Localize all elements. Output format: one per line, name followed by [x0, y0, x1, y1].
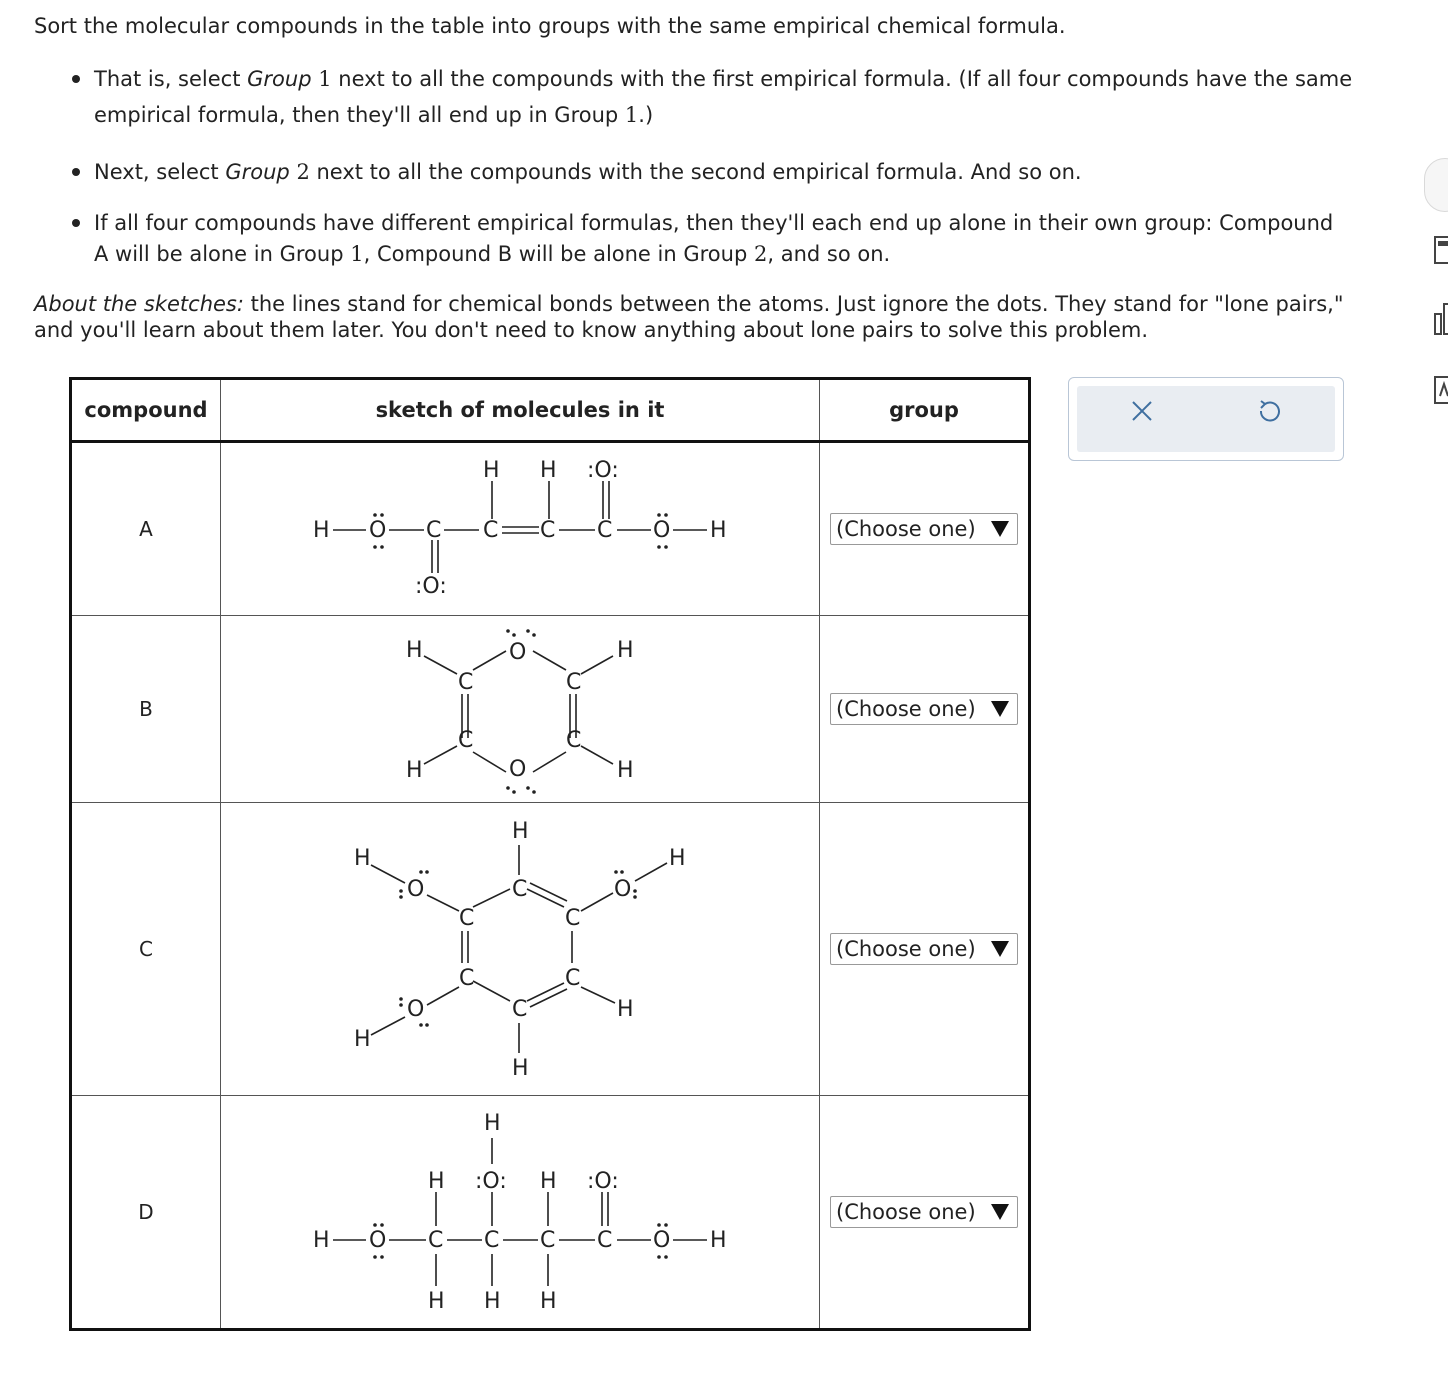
svg-text:C: C — [512, 877, 527, 902]
svg-text:C: C — [540, 518, 555, 543]
svg-text:O: O — [369, 1228, 386, 1253]
svg-text:C: C — [484, 1228, 499, 1253]
compound-label: D — [70, 1095, 221, 1330]
molecule-sketch-a: H O C :O: C H C H C :O: O H — [220, 441, 820, 616]
molecule-a-svg: H O C :O: C H C H C :O: O H — [313, 458, 727, 599]
header-sketch: sketch of molecules in it — [220, 378, 820, 443]
compound-table: compound sketch of molecules in it group… — [69, 377, 1031, 1331]
svg-text:H: H — [710, 1228, 727, 1253]
svg-text:H: H — [484, 1289, 501, 1314]
svg-text:H: H — [428, 1289, 445, 1314]
answer-toolbar — [1068, 377, 1344, 461]
instructions-intro: Sort the molecular compounds in the tabl… — [34, 14, 1066, 38]
svg-text:C: C — [428, 1228, 443, 1253]
group-select-a[interactable]: (Choose one) — [830, 513, 1018, 545]
svg-text:O: O — [653, 518, 670, 543]
svg-text:O: O — [614, 877, 631, 902]
molecule-sketch-b: O C C C C O H H H H — [220, 615, 820, 803]
svg-text:C: C — [597, 518, 612, 543]
svg-text::O:: :O: — [475, 1169, 507, 1194]
svg-text:C: C — [483, 518, 498, 543]
instruction-bullet-3: If all four compounds have different emp… — [94, 211, 1334, 266]
svg-text::O:: :O: — [587, 1169, 619, 1194]
bullet-dot — [72, 75, 80, 83]
svg-text:H: H — [540, 1169, 557, 1194]
header-compound: compound — [70, 378, 221, 443]
svg-text:H: H — [484, 1111, 501, 1136]
molecule-sketch-d: H :O: H H :O: H O C C C C O H H H H — [220, 1095, 820, 1330]
svg-text:H: H — [354, 1027, 371, 1052]
compound-label: C — [70, 802, 221, 1096]
svg-text:O: O — [509, 757, 526, 782]
svg-text:H: H — [406, 758, 423, 783]
svg-text:C: C — [566, 670, 581, 695]
svg-text:H: H — [483, 458, 500, 483]
instruction-bullet-1: That is, select Group 1 next to all the … — [94, 67, 1353, 127]
svg-text:O: O — [407, 877, 424, 902]
svg-text:H: H — [406, 638, 423, 663]
svg-text:C: C — [458, 670, 473, 695]
svg-text:C: C — [597, 1228, 612, 1253]
svg-text:H: H — [428, 1169, 445, 1194]
svg-text::O:: :O: — [415, 574, 447, 599]
group-select-c[interactable]: (Choose one) — [830, 933, 1018, 965]
svg-text:C: C — [565, 906, 580, 931]
table-row: A H O C :O: C H C H C:O: O H (Choose on… — [70, 441, 1030, 616]
molecule-d-svg: H :O: H H :O: H O C C C C O H H H H — [313, 1111, 727, 1314]
table-row: D H :O: H H :O: H O C C C C O H H H H (C… — [70, 1095, 1030, 1330]
side-tool-button[interactable] — [1424, 158, 1448, 212]
compound-label: A — [70, 441, 221, 616]
svg-text:H: H — [512, 819, 529, 844]
svg-text:H: H — [313, 518, 330, 543]
svg-text:O: O — [407, 997, 424, 1022]
group-select-d[interactable]: (Choose one) — [830, 1196, 1018, 1228]
svg-text:O: O — [509, 640, 526, 665]
svg-text:H: H — [512, 1056, 529, 1081]
svg-text:O: O — [369, 518, 386, 543]
svg-text:H: H — [669, 846, 686, 871]
svg-text:H: H — [617, 758, 634, 783]
group-select-b[interactable]: (Choose one) — [830, 693, 1018, 725]
chevron-down-icon — [991, 1204, 1009, 1220]
svg-text:C: C — [540, 1228, 555, 1253]
close-icon — [1132, 401, 1152, 421]
chart-icon[interactable] — [1432, 300, 1448, 335]
svg-text:C: C — [566, 728, 581, 753]
table-row: B O C C C C O H H H H (Choose one) — [70, 615, 1030, 803]
svg-text:H: H — [710, 518, 727, 543]
table-row: C H C C C C C C H O H O H O H H (Choose … — [70, 802, 1030, 1096]
undo-icon — [1259, 400, 1280, 422]
compound-label: B — [70, 615, 221, 803]
svg-text:H: H — [540, 1289, 557, 1314]
molecule-c-svg: H C C C C C C H O H O H O H H — [354, 819, 686, 1081]
molecule-sketch-c: H C C C C C C H O H O H O H H — [220, 802, 820, 1096]
reset-button[interactable] — [1256, 398, 1282, 424]
svg-text:C: C — [565, 966, 580, 991]
molecule-b-svg: O C C C C O H H H H — [406, 629, 634, 794]
svg-text:H: H — [354, 846, 371, 871]
header-group: group — [819, 378, 1030, 443]
svg-text:C: C — [459, 906, 474, 931]
sketch-note: About the sketches: the lines stand for … — [34, 292, 1344, 342]
svg-text::O:: :O: — [587, 458, 619, 483]
calculator-icon[interactable] — [1432, 236, 1448, 264]
svg-text:C: C — [458, 728, 473, 753]
chevron-down-icon — [991, 701, 1009, 717]
chevron-down-icon — [991, 941, 1009, 957]
svg-text:C: C — [459, 966, 474, 991]
bullet-dot — [72, 168, 80, 176]
svg-text:O: O — [653, 1228, 670, 1253]
clear-button[interactable] — [1129, 398, 1155, 424]
periodic-table-icon[interactable] — [1432, 376, 1448, 404]
svg-text:H: H — [313, 1228, 330, 1253]
bullet-dot — [72, 219, 80, 227]
svg-text:H: H — [617, 997, 634, 1022]
svg-text:H: H — [617, 638, 634, 663]
svg-text:C: C — [512, 997, 527, 1022]
svg-text:C: C — [426, 518, 441, 543]
chevron-down-icon — [991, 521, 1009, 537]
instruction-bullet-2: Next, select Group 2 next to all the com… — [94, 160, 1082, 184]
svg-text:H: H — [540, 458, 557, 483]
